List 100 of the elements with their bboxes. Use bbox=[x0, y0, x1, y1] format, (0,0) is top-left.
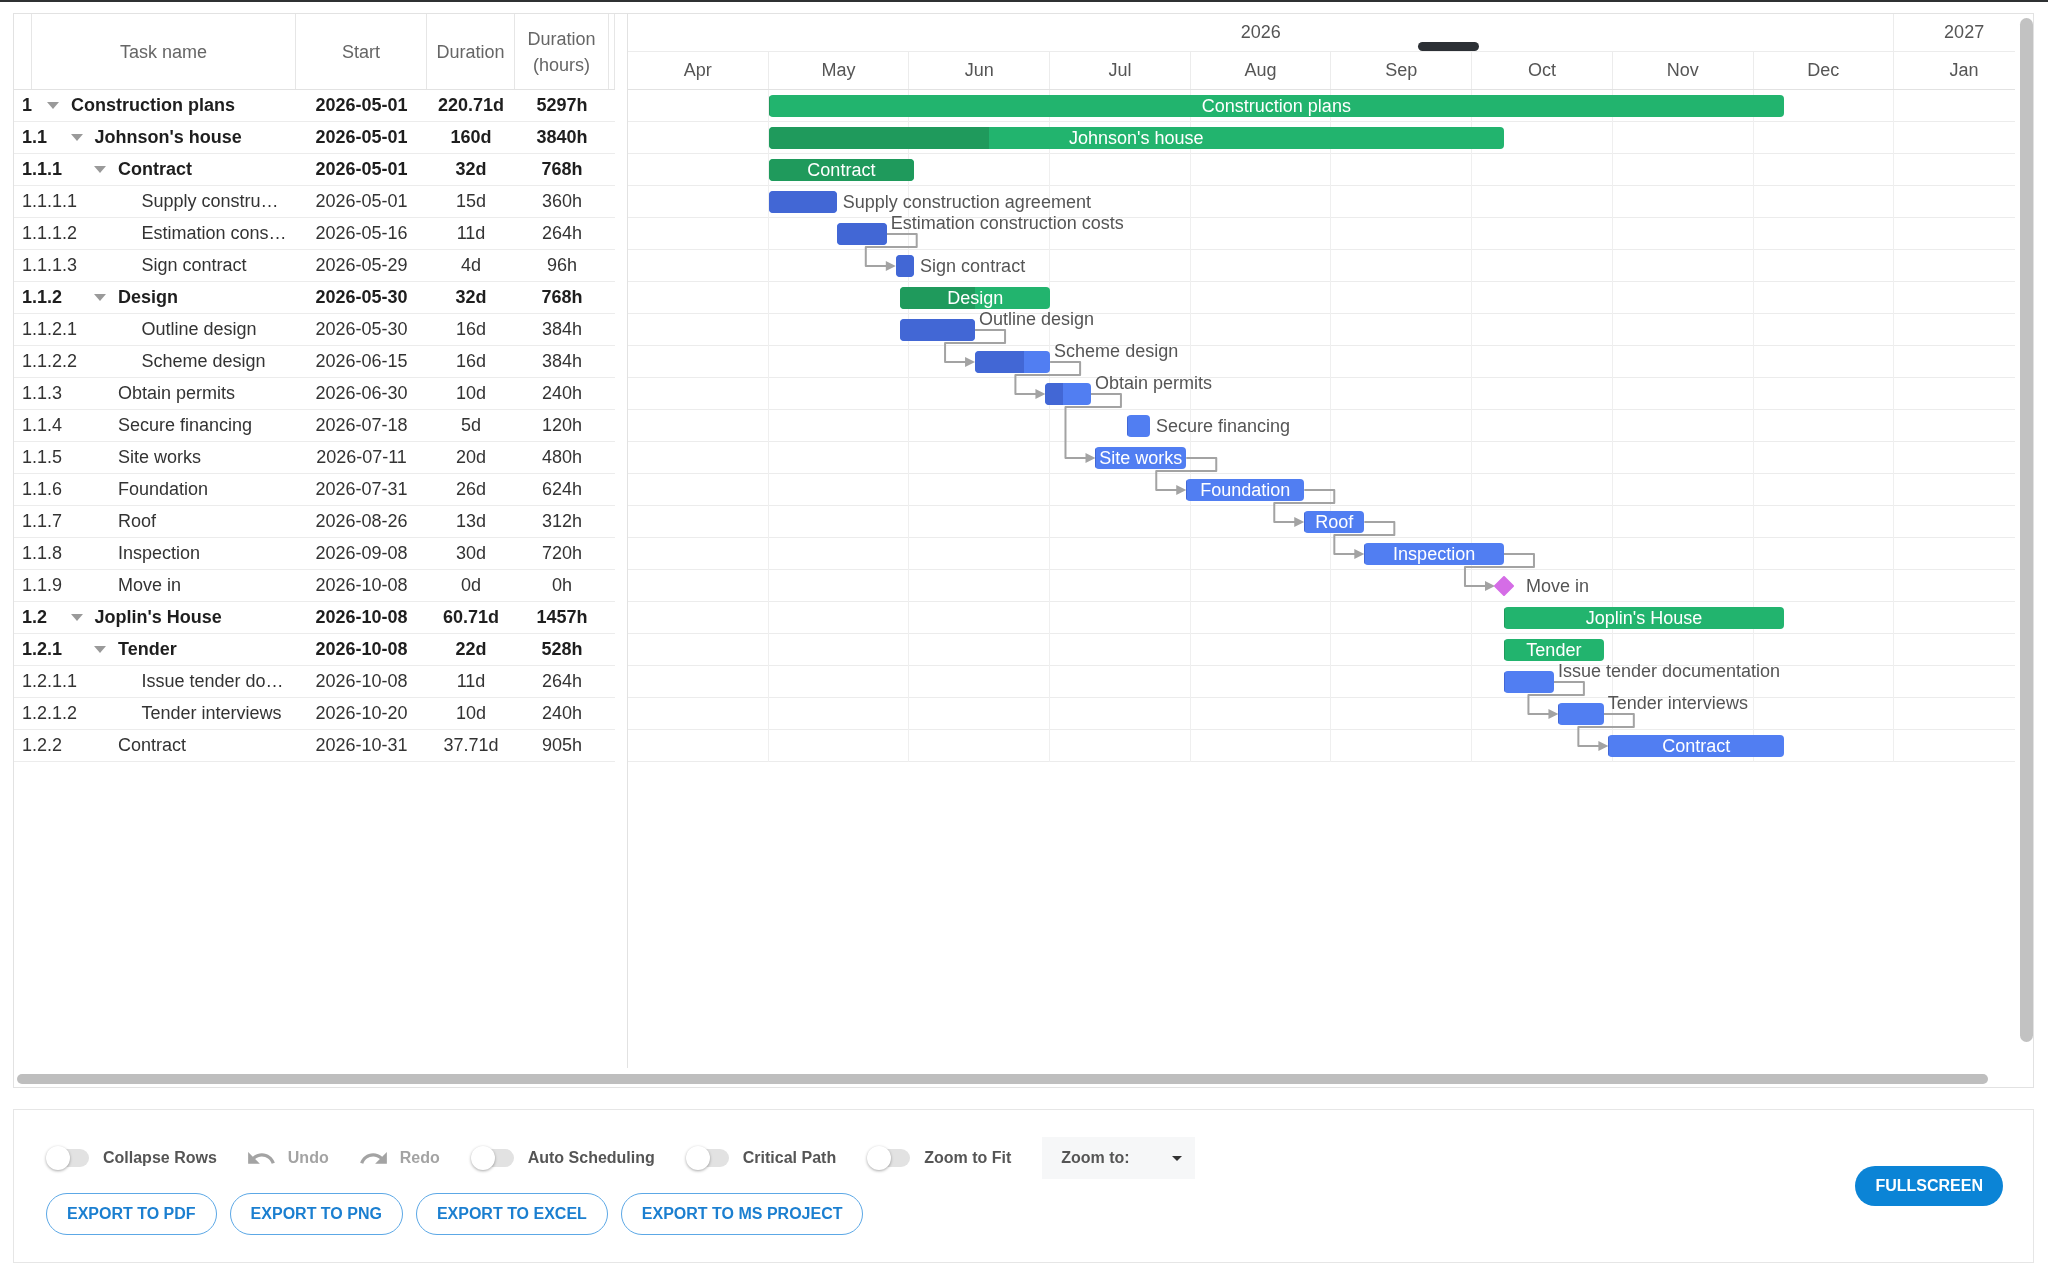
column-header[interactable]: Duration bbox=[427, 14, 515, 89]
task-bar[interactable] bbox=[768, 191, 837, 213]
bar-label: Roof bbox=[1315, 511, 1354, 533]
bar-label: Contract bbox=[1662, 735, 1731, 757]
start-date-cell-text: 2026-10-08 bbox=[314, 638, 409, 661]
outline-number: 1.1.1 bbox=[22, 159, 63, 180]
task-name: Inspection bbox=[118, 543, 201, 564]
outline-number: 1.1.1.3 bbox=[22, 255, 78, 276]
bar-label: Tender interviews bbox=[1607, 694, 1748, 713]
duration-cell-text: 10d bbox=[454, 702, 487, 725]
caret-icon[interactable] bbox=[70, 614, 83, 621]
duration-cell-text: 5d bbox=[460, 414, 482, 437]
bar-label: Design bbox=[947, 287, 1004, 309]
task-name: Site works bbox=[118, 447, 202, 468]
toggle-switch[interactable] bbox=[470, 1146, 516, 1170]
hours-cell-text: 624h bbox=[540, 478, 583, 501]
summary-bar[interactable]: Johnson's house bbox=[768, 127, 1504, 149]
bar-label: Issue tender documentation bbox=[1557, 662, 1781, 681]
task-bar[interactable] bbox=[895, 255, 915, 277]
duration-cell-text: 160d bbox=[449, 126, 493, 149]
toggle-label: Zoom to Fit bbox=[924, 1149, 1012, 1167]
task-name: Estimation cons… bbox=[141, 223, 287, 244]
bar-label: Foundation bbox=[1200, 479, 1291, 501]
caret-icon[interactable] bbox=[94, 166, 106, 173]
task-bar[interactable]: Inspection bbox=[1364, 543, 1504, 565]
export-button[interactable]: EXPORT TO EXCEL bbox=[415, 1193, 608, 1235]
scrollbar-thumb[interactable] bbox=[17, 1074, 1988, 1084]
hours-cell-text: 120h bbox=[540, 414, 583, 437]
caret-icon[interactable] bbox=[70, 134, 83, 141]
bar-label: Outline design bbox=[979, 310, 1095, 329]
start-date-cell-text: 2026-10-08 bbox=[314, 670, 409, 693]
caret-icon[interactable] bbox=[94, 646, 106, 653]
export-button[interactable]: EXPORT TO PNG bbox=[229, 1193, 403, 1235]
summary-bar[interactable]: Tender bbox=[1503, 639, 1604, 661]
fullscreen-button[interactable]: FULLSCREEN bbox=[1855, 1166, 2003, 1206]
outline-number: 1.1.2.2 bbox=[22, 351, 78, 372]
task-name: Sign contract bbox=[141, 255, 247, 276]
summary-bar[interactable]: Contract bbox=[768, 159, 915, 181]
task-name: Foundation bbox=[118, 479, 209, 500]
month-label: Nov bbox=[1612, 52, 1754, 89]
outline-number: 1.1.6 bbox=[22, 479, 63, 500]
export-button[interactable]: EXPORT TO PDF bbox=[46, 1193, 217, 1235]
task-name: Move in bbox=[118, 575, 182, 596]
month-label: Apr bbox=[628, 52, 769, 89]
bar-label: Move in bbox=[1525, 575, 1589, 597]
outline-number: 1.2.2 bbox=[22, 735, 63, 756]
duration-cell-text: 4d bbox=[460, 254, 482, 277]
caret-icon[interactable] bbox=[47, 102, 59, 109]
summary-bar[interactable]: Construction plans bbox=[768, 95, 1785, 117]
duration-cell-text: 11d bbox=[455, 670, 487, 693]
scrollbar-thumb[interactable] bbox=[2020, 18, 2033, 1042]
caret-icon[interactable] bbox=[94, 294, 106, 301]
start-date-cell-text: 2026-09-08 bbox=[314, 542, 409, 565]
duration-cell-text: 32d bbox=[454, 158, 488, 181]
toggle-switch[interactable] bbox=[46, 1146, 91, 1170]
task-bar[interactable]: Foundation bbox=[1186, 479, 1305, 501]
start-date-cell-text: 2026-07-11 bbox=[315, 446, 408, 469]
column-header[interactable]: Duration (hours) bbox=[515, 14, 609, 89]
hours-cell-text: 240h bbox=[540, 382, 583, 405]
start-date-cell-text: 2026-08-26 bbox=[314, 510, 409, 533]
bar-label: Joplin's House bbox=[1585, 607, 1703, 629]
redo-icon bbox=[359, 1152, 387, 1164]
task-name: Contract bbox=[118, 735, 187, 756]
task-bar[interactable]: Roof bbox=[1304, 511, 1365, 533]
task-name: Design bbox=[118, 287, 178, 308]
summary-bar[interactable]: Design bbox=[900, 287, 1051, 309]
export-button[interactable]: EXPORT TO MS PROJECT bbox=[620, 1193, 864, 1235]
diamond-icon[interactable] bbox=[1493, 576, 1514, 596]
start-date-cell-text: 2026-07-31 bbox=[314, 478, 409, 501]
task-bar[interactable] bbox=[1127, 415, 1150, 437]
toggle-label: Collapse Rows bbox=[103, 1149, 217, 1167]
outline-number: 1.2.1 bbox=[22, 639, 63, 660]
column-header[interactable]: Task name bbox=[32, 14, 296, 89]
task-name: Secure financing bbox=[118, 415, 253, 436]
hours-cell-text: 5297h bbox=[535, 94, 589, 117]
toggle-switch[interactable] bbox=[685, 1146, 731, 1170]
task-name: Contract bbox=[118, 159, 192, 180]
outline-number: 1.1.2 bbox=[22, 287, 63, 308]
task-name: Construction plans bbox=[71, 95, 235, 116]
handle-icon[interactable] bbox=[1418, 42, 1479, 51]
outline-number: 1.1 bbox=[22, 127, 48, 148]
toggle-label: Auto Scheduling bbox=[527, 1149, 655, 1167]
task-bar[interactable] bbox=[1503, 671, 1554, 693]
bar-label: Scheme design bbox=[1054, 342, 1179, 361]
duration-cell-text: 37.71d bbox=[442, 734, 500, 757]
month-label: May bbox=[768, 52, 910, 89]
zoom-select[interactable]: Zoom to: bbox=[1042, 1137, 1196, 1179]
duration-cell-text: 15d bbox=[454, 190, 487, 213]
hours-cell-text: 264h bbox=[540, 670, 583, 693]
task-bar[interactable] bbox=[836, 223, 887, 245]
month-label: Jun bbox=[909, 52, 1051, 89]
month-label: Jul bbox=[1050, 52, 1191, 89]
column-header[interactable]: Start bbox=[296, 14, 427, 89]
duration-cell-text: 11d bbox=[455, 222, 487, 245]
toggle-label: Critical Path bbox=[742, 1149, 837, 1167]
summary-bar[interactable]: Joplin's House bbox=[1503, 607, 1785, 629]
duration-cell-text: 13d bbox=[454, 510, 487, 533]
task-bar[interactable] bbox=[975, 351, 1051, 373]
task-bar[interactable]: Contract bbox=[1608, 735, 1785, 757]
task-name: Supply constru… bbox=[141, 191, 279, 212]
